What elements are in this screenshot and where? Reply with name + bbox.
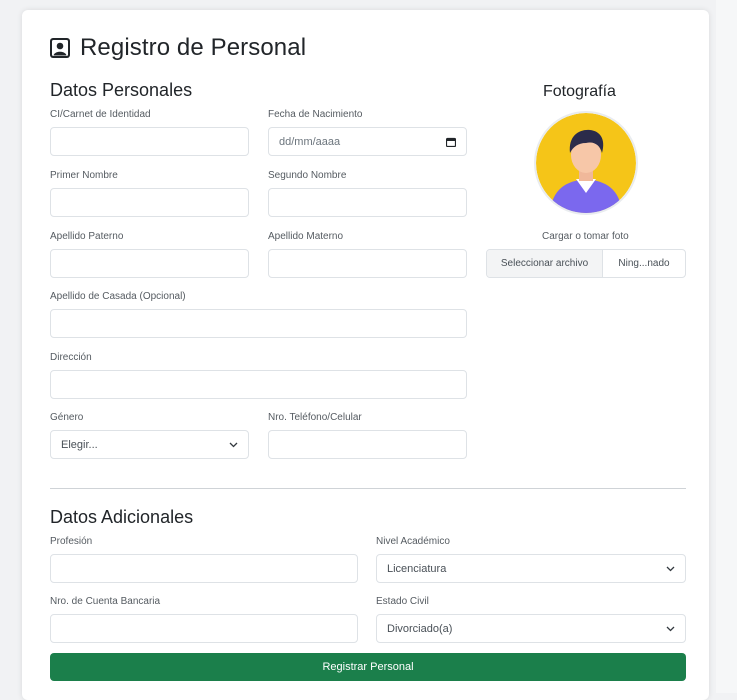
birth-date-placeholder: dd/mm/aaaa (279, 135, 341, 148)
phone-label: Nro. Teléfono/Celular (268, 412, 362, 423)
avatar[interactable] (534, 111, 638, 215)
bank-account-label: Nro. de Cuenta Bancaria (50, 596, 161, 607)
page-scroll-strip (716, 0, 737, 693)
civil-status-select[interactable]: Divorciado(a) (376, 614, 686, 643)
select-file-button[interactable]: Seleccionar archivo (487, 250, 603, 277)
civil-status-selected-value: Divorciado(a) (387, 622, 453, 635)
maternal-surname-input[interactable] (268, 249, 467, 278)
first-name-label: Primer Nombre (50, 170, 118, 181)
civil-status-label: Estado Civil (376, 596, 429, 607)
section-title-personal: Datos Personales (50, 80, 193, 100)
paternal-surname-label: Apellido Paterno (50, 231, 124, 242)
bank-account-input[interactable] (50, 614, 358, 643)
chevron-down-icon (666, 566, 675, 571)
photo-upload-label: Cargar o tomar foto (542, 231, 629, 242)
second-name-label: Segundo Nombre (268, 170, 347, 181)
address-label: Dirección (50, 352, 92, 363)
ci-input[interactable] (50, 127, 249, 156)
profession-input[interactable] (50, 554, 358, 583)
maternal-surname-label: Apellido Materno (268, 231, 344, 242)
academic-level-select[interactable]: Licenciatura (376, 554, 686, 583)
chevron-down-icon (229, 442, 238, 447)
first-name-input[interactable] (50, 188, 249, 217)
birth-date-input[interactable]: dd/mm/aaaa (268, 127, 467, 156)
section-title-additional: Datos Adicionales (50, 507, 194, 527)
gender-label: Género (50, 412, 84, 423)
paternal-surname-input[interactable] (50, 249, 249, 278)
gender-selected-value: Elegir... (61, 438, 98, 451)
ci-label: CI/Carnet de Identidad (50, 109, 151, 120)
photo-title: Fotografía (543, 83, 616, 100)
academic-level-selected-value: Licenciatura (387, 562, 447, 575)
profession-label: Profesión (50, 536, 93, 547)
second-name-input[interactable] (268, 188, 467, 217)
academic-level-label: Nivel Académico (376, 536, 450, 547)
page-title: Registro de Personal (80, 34, 307, 61)
birth-date-label: Fecha de Nacimiento (268, 109, 363, 120)
phone-input[interactable] (268, 430, 467, 459)
page-header: Registro de Personal (49, 34, 306, 62)
person-badge-icon (50, 38, 70, 58)
submit-button[interactable]: Registrar Personal (50, 653, 686, 681)
address-input[interactable] (50, 370, 467, 399)
file-name-text: Ning...nado (618, 258, 670, 269)
user-avatar-icon (536, 113, 636, 213)
married-surname-input[interactable] (50, 309, 467, 338)
chevron-down-icon (666, 626, 675, 631)
photo-file-input[interactable]: Seleccionar archivo Ning...nado (486, 249, 686, 278)
gender-select[interactable]: Elegir... (50, 430, 249, 459)
married-surname-label: Apellido de Casada (Opcional) (50, 291, 186, 302)
calendar-icon[interactable] (446, 137, 456, 147)
section-divider (50, 488, 686, 489)
